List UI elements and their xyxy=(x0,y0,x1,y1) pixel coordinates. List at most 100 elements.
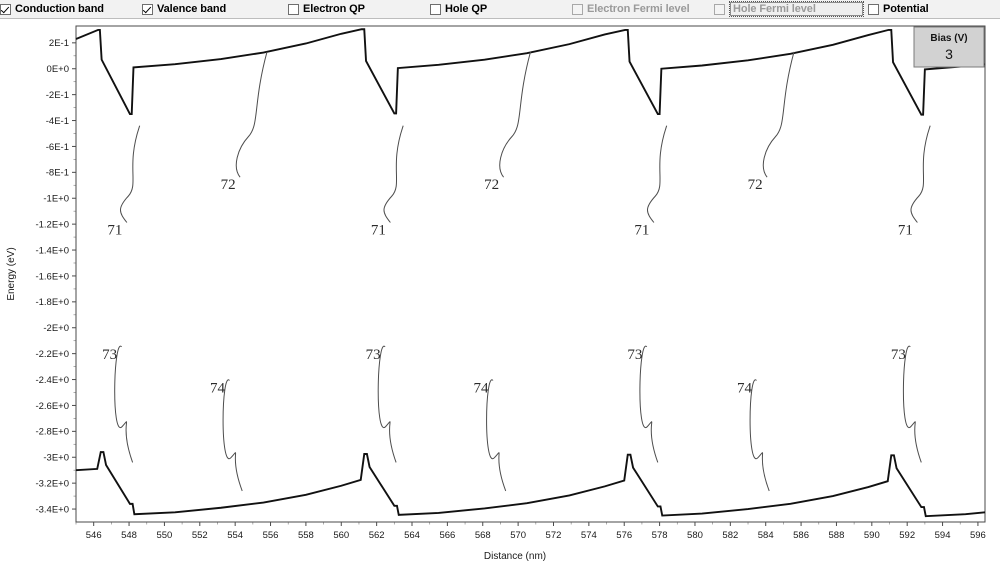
x-tick-label: 592 xyxy=(899,530,915,541)
x-tick-label: 552 xyxy=(192,530,208,541)
annotation-label: 72 xyxy=(484,177,499,193)
x-axis-title: Distance (nm) xyxy=(484,551,546,562)
annotation-group: 71 72 71 72 71 72 71 73 74 73 74 73 74 73 xyxy=(102,51,931,492)
x-tick-label: 550 xyxy=(156,530,172,541)
annotation-leader-line xyxy=(114,345,134,463)
x-tick-label: 546 xyxy=(86,530,102,541)
y-tick-group: 2E-1 0E+0 -2E-1 -4E-1 -6E-1 -8E-1 -1E+0 -1.2E+0… xyxy=(35,38,76,515)
x-tick-label: 558 xyxy=(298,530,314,541)
annotation-label: 71 xyxy=(107,223,122,239)
checkbox-box-icon[interactable] xyxy=(0,3,11,15)
minor-ticks-group xyxy=(73,55,961,525)
y-tick-label: -3.2E+0 xyxy=(35,479,69,490)
annotation-leader-line xyxy=(235,51,268,178)
y-tick-label: -1.2E+0 xyxy=(35,220,69,231)
annotation-label: 71 xyxy=(898,223,913,239)
annotation-leader-line xyxy=(119,125,141,223)
y-tick-label: -2E+0 xyxy=(43,323,69,334)
checkbox-valence-band[interactable]: Valence band xyxy=(142,1,226,17)
checkbox-label: Hole QP xyxy=(445,3,488,15)
y-tick-label: -8E-1 xyxy=(46,168,69,179)
x-tick-label: 568 xyxy=(475,530,491,541)
y-tick-label: -2.4E+0 xyxy=(35,375,69,386)
checkbox-box-icon xyxy=(572,3,583,15)
checkbox-box-icon xyxy=(714,3,725,15)
annotation-leader-line xyxy=(646,125,668,223)
x-tick-label: 562 xyxy=(369,530,385,541)
y-tick-label: -1.4E+0 xyxy=(35,245,69,256)
checkbox-label: Electron Fermi level xyxy=(587,3,690,15)
checkbox-hole-fermi-level: Hole Fermi level xyxy=(714,1,864,17)
x-tick-label: 582 xyxy=(722,530,738,541)
annotation-leader-line xyxy=(222,379,243,492)
checkbox-box-icon[interactable] xyxy=(288,3,299,15)
annotation-label: 73 xyxy=(366,347,381,363)
checkbox-potential[interactable]: Potential xyxy=(868,1,929,17)
y-tick-label: -4E-1 xyxy=(46,116,69,127)
y-tick-label: -2E-1 xyxy=(46,90,69,101)
band-diagram-plot: 546 548 550 552 554 556 558 560 562 564 566 568 570 5… xyxy=(0,19,1000,567)
y-axis-title: Energy (eV) xyxy=(6,247,17,300)
annotation-label: 71 xyxy=(371,223,386,239)
annotation-leader-line xyxy=(486,379,507,492)
annotation-label: 74 xyxy=(737,380,753,396)
y-tick-label: -2.8E+0 xyxy=(35,427,69,438)
x-tick-label: 586 xyxy=(793,530,809,541)
annotation-label: 73 xyxy=(891,347,906,363)
x-tick-label: 580 xyxy=(687,530,703,541)
checkbox-label: Potential xyxy=(883,3,929,15)
band-curve-valence-band xyxy=(75,451,986,518)
y-tick-label: -2.6E+0 xyxy=(35,401,69,412)
y-tick-label: 0E+0 xyxy=(47,64,69,75)
y-tick-label: -3.4E+0 xyxy=(35,504,69,515)
x-tick-label: 584 xyxy=(758,530,774,541)
x-tick-label: 572 xyxy=(546,530,562,541)
annotation-label: 74 xyxy=(473,380,489,396)
x-tick-label: 564 xyxy=(404,530,420,541)
x-tick-label: 548 xyxy=(121,530,137,541)
checkbox-box-icon[interactable] xyxy=(142,3,153,15)
bias-legend-box: Bias (V) 3 xyxy=(913,26,985,68)
annotation-label: 74 xyxy=(210,380,226,396)
band-curve-conduction-band xyxy=(75,28,986,116)
checkbox-label: Conduction band xyxy=(15,3,104,15)
checkbox-box-icon[interactable] xyxy=(868,3,879,15)
y-tick-label: -3E+0 xyxy=(43,453,69,464)
x-tick-label: 588 xyxy=(829,530,845,541)
checkbox-hole-qp[interactable]: Hole QP xyxy=(430,1,487,17)
checkbox-conduction-band[interactable]: Conduction band xyxy=(0,1,104,17)
annotation-label: 72 xyxy=(748,177,763,193)
y-tick-label: -1E+0 xyxy=(43,194,69,205)
annotation-leader-line xyxy=(762,51,795,178)
annotation-leader-line xyxy=(639,345,659,463)
annotation-leader-line xyxy=(377,345,397,463)
y-tick-label: 2E-1 xyxy=(49,38,69,49)
band-diagram-svg: 546 548 550 552 554 556 558 560 562 564 566 568 570 5… xyxy=(6,25,986,562)
x-tick-label: 590 xyxy=(864,530,880,541)
x-tick-label: 566 xyxy=(439,530,455,541)
annotation-label: 71 xyxy=(634,223,649,239)
annotation-leader-line xyxy=(383,125,404,223)
annotation-leader-line xyxy=(749,379,770,492)
checkbox-electron-fermi-level: Electron Fermi level xyxy=(572,1,690,17)
annotation-leader-line xyxy=(910,125,931,223)
checkbox-label: Hole Fermi level xyxy=(729,1,864,17)
checkbox-electron-qp[interactable]: Electron QP xyxy=(288,1,365,17)
y-tick-label: -6E-1 xyxy=(46,142,69,153)
y-tick-label: -2.2E+0 xyxy=(35,349,69,360)
x-tick-label: 570 xyxy=(510,530,526,541)
x-tick-label: 554 xyxy=(227,530,243,541)
checkbox-box-icon[interactable] xyxy=(430,3,441,15)
x-tick-label: 596 xyxy=(970,530,986,541)
x-tick-label: 556 xyxy=(263,530,279,541)
x-tick-label: 574 xyxy=(581,530,597,541)
axes-group xyxy=(75,25,986,523)
annotation-label: 73 xyxy=(102,347,117,363)
y-tick-label: -1.8E+0 xyxy=(35,297,69,308)
plot-frame xyxy=(75,25,986,523)
x-tick-label: 594 xyxy=(935,530,951,541)
x-tick-label: 560 xyxy=(333,530,349,541)
checkbox-label: Valence band xyxy=(157,3,227,15)
series-group xyxy=(75,28,986,518)
legend-title: Bias (V) xyxy=(930,33,967,44)
